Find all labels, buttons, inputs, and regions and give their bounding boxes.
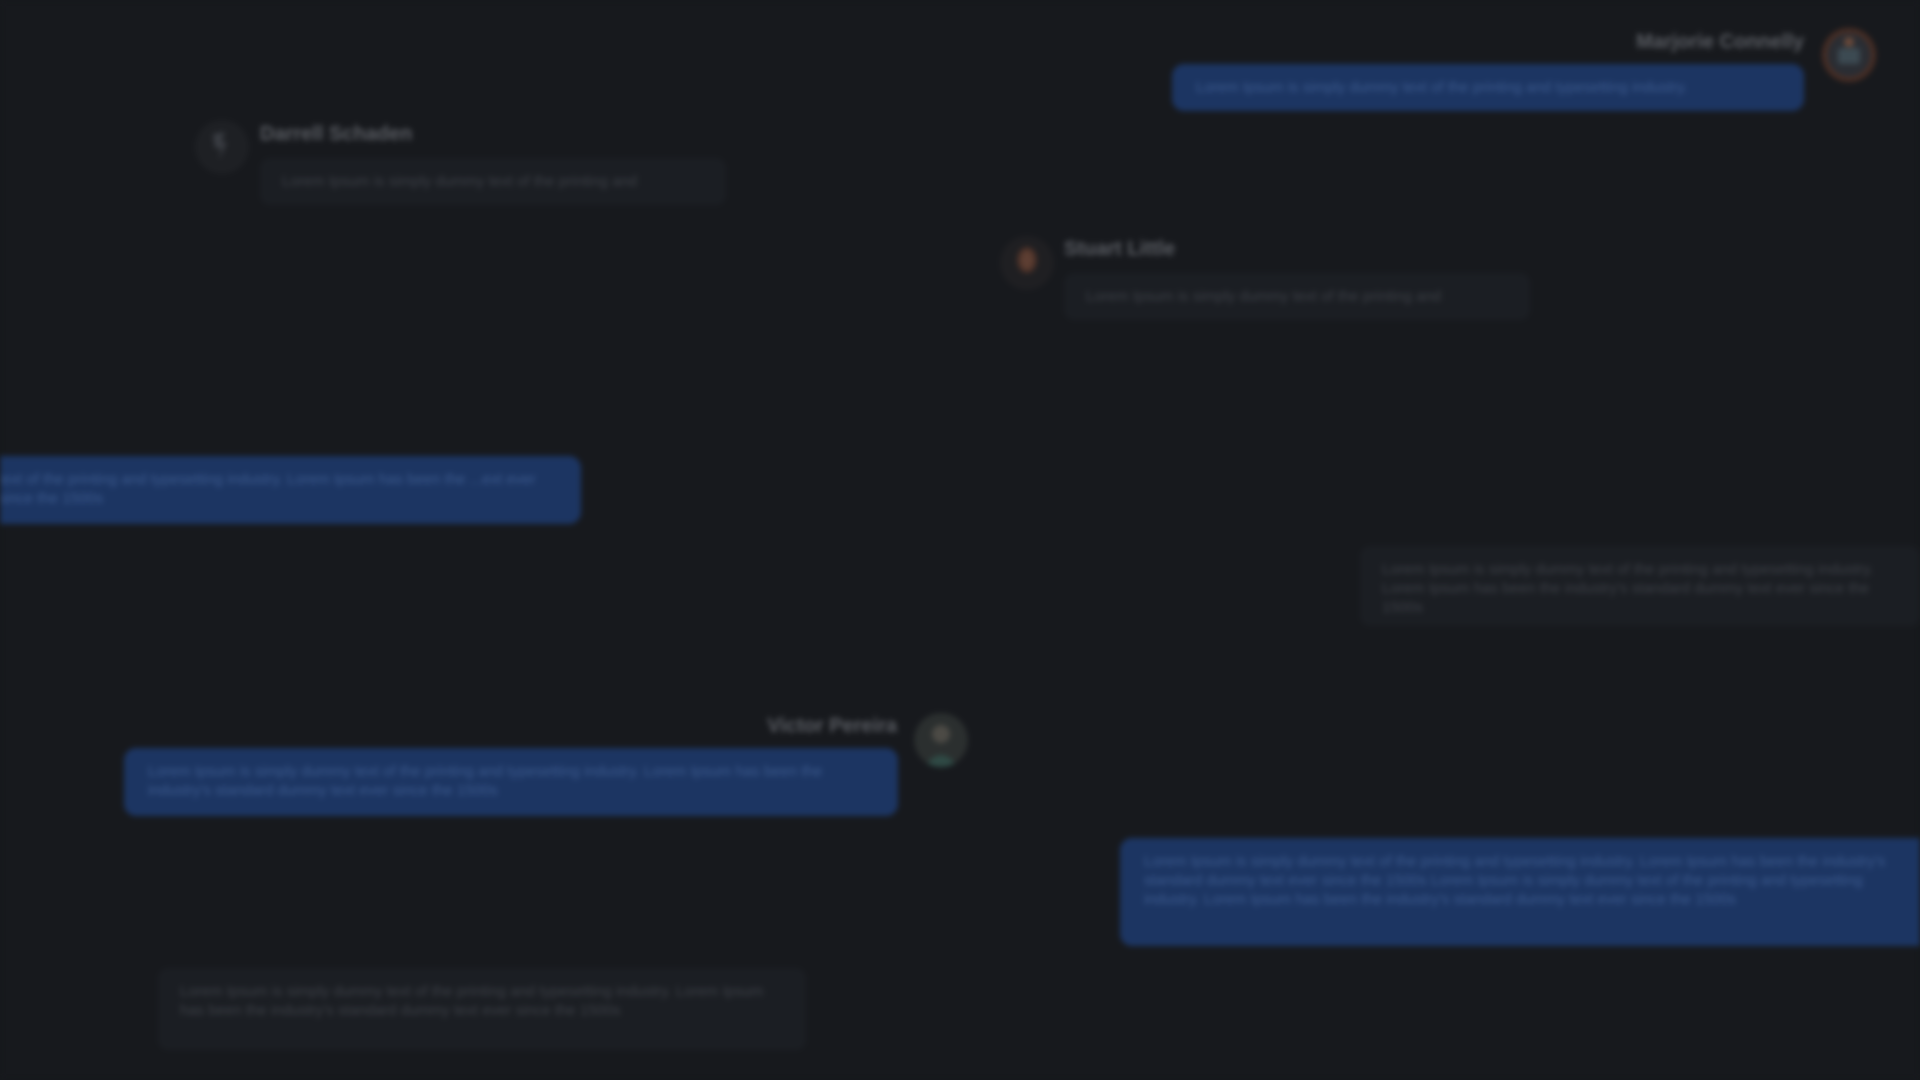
message-bubble-outgoing[interactable]: Lorem Ipsum is simply dummy text of the … — [124, 748, 898, 816]
avatar-stuart[interactable] — [1000, 236, 1054, 290]
message-bubble-incoming[interactable]: Lorem Ipsum is simply dummy text of the … — [260, 158, 726, 205]
message-bubble-incoming[interactable]: Lorem Ipsum is simply dummy text of the … — [1064, 273, 1530, 320]
message-bubble-outgoing[interactable]: Lorem Ipsum is simply dummy text of the … — [1172, 64, 1804, 111]
author-name-victor: Victor Pereira — [767, 715, 897, 737]
user-avatar-icon — [1822, 28, 1876, 82]
author-name-darrell: Darrell Schaden — [260, 123, 413, 145]
user-avatar-icon — [195, 120, 249, 174]
avatar-marjorie[interactable] — [1822, 28, 1876, 82]
user-avatar-icon — [1000, 236, 1054, 290]
avatar-darrell[interactable] — [195, 120, 249, 174]
message-bubble-incoming[interactable]: Lorem Ipsum is simply dummy text of the … — [1360, 546, 1920, 626]
message-bubble-outgoing[interactable]: Lorem Ipsum is simply dummy text of the … — [1120, 838, 1920, 946]
author-name-stuart: Stuart Little — [1064, 238, 1176, 260]
user-avatar-icon — [914, 713, 968, 767]
chat-canvas: Marjorie Connelly Lorem Ipsum is simply … — [0, 0, 1920, 1080]
avatar-victor[interactable] — [914, 713, 968, 767]
author-name-marjorie: Marjorie Connelly — [1636, 31, 1804, 53]
message-bubble-incoming[interactable]: Lorem Ipsum is simply dummy text of the … — [158, 968, 806, 1050]
message-bubble-outgoing[interactable]: text of the printing and typesetting ind… — [0, 456, 581, 524]
